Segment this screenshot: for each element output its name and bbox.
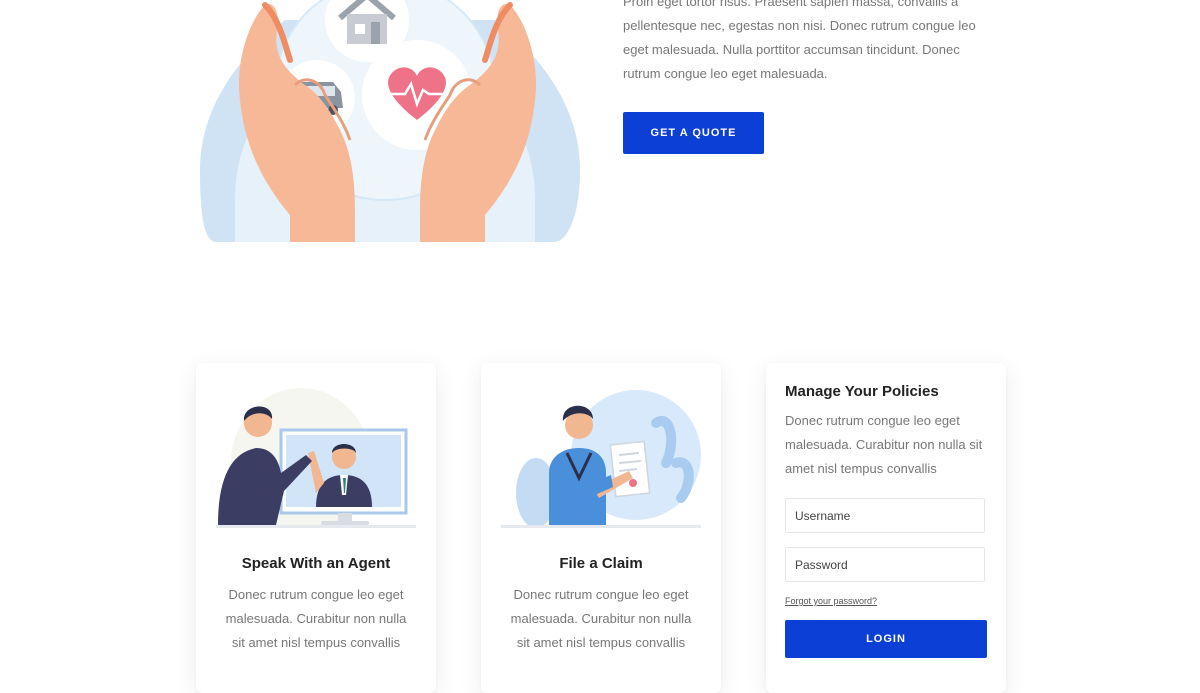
hero-description: Proin eget tortor risus. Praesent sapien…	[623, 0, 1013, 86]
card-title: Speak With an Agent	[241, 555, 391, 572]
password-input[interactable]	[785, 547, 985, 582]
login-button[interactable]: LOGIN	[785, 620, 987, 658]
agent-card: Speak With an Agent Donec rutrum congue …	[196, 363, 436, 693]
claim-card: File a Claim Donec rutrum congue leo ege…	[481, 363, 721, 693]
forgot-password-link[interactable]: Forgot your password?	[785, 596, 877, 606]
hero-text-line: rutrum congue leo eget malesuada.	[623, 66, 828, 81]
hero-text-line: Proin eget tortor risus. Praesent sapien…	[623, 0, 959, 9]
get-a-quote-button[interactable]: GET A QUOTE	[623, 112, 764, 154]
card-description: Donec rutrum congue leo eget malesuada. …	[510, 587, 692, 650]
agent-video-call-illustration	[216, 383, 416, 538]
manage-policies-card: Manage Your Policies Donec rutrum congue…	[766, 363, 1006, 693]
username-input[interactable]	[785, 498, 985, 533]
login-title: Manage Your Policies	[785, 383, 939, 400]
login-description: Donec rutrum congue leo eget malesuada. …	[785, 413, 983, 476]
file-claim-illustration	[501, 383, 701, 528]
hero-text-line: eget malesuada. Nulla porttitor accumsan…	[623, 42, 960, 57]
card-title: File a Claim	[559, 555, 643, 572]
card-description: Donec rutrum congue leo eget malesuada. …	[225, 587, 407, 650]
hero-text-line: pellentesque nec, egestas non nisi. Done…	[623, 18, 976, 33]
insurance-hands-illustration	[195, 0, 580, 245]
